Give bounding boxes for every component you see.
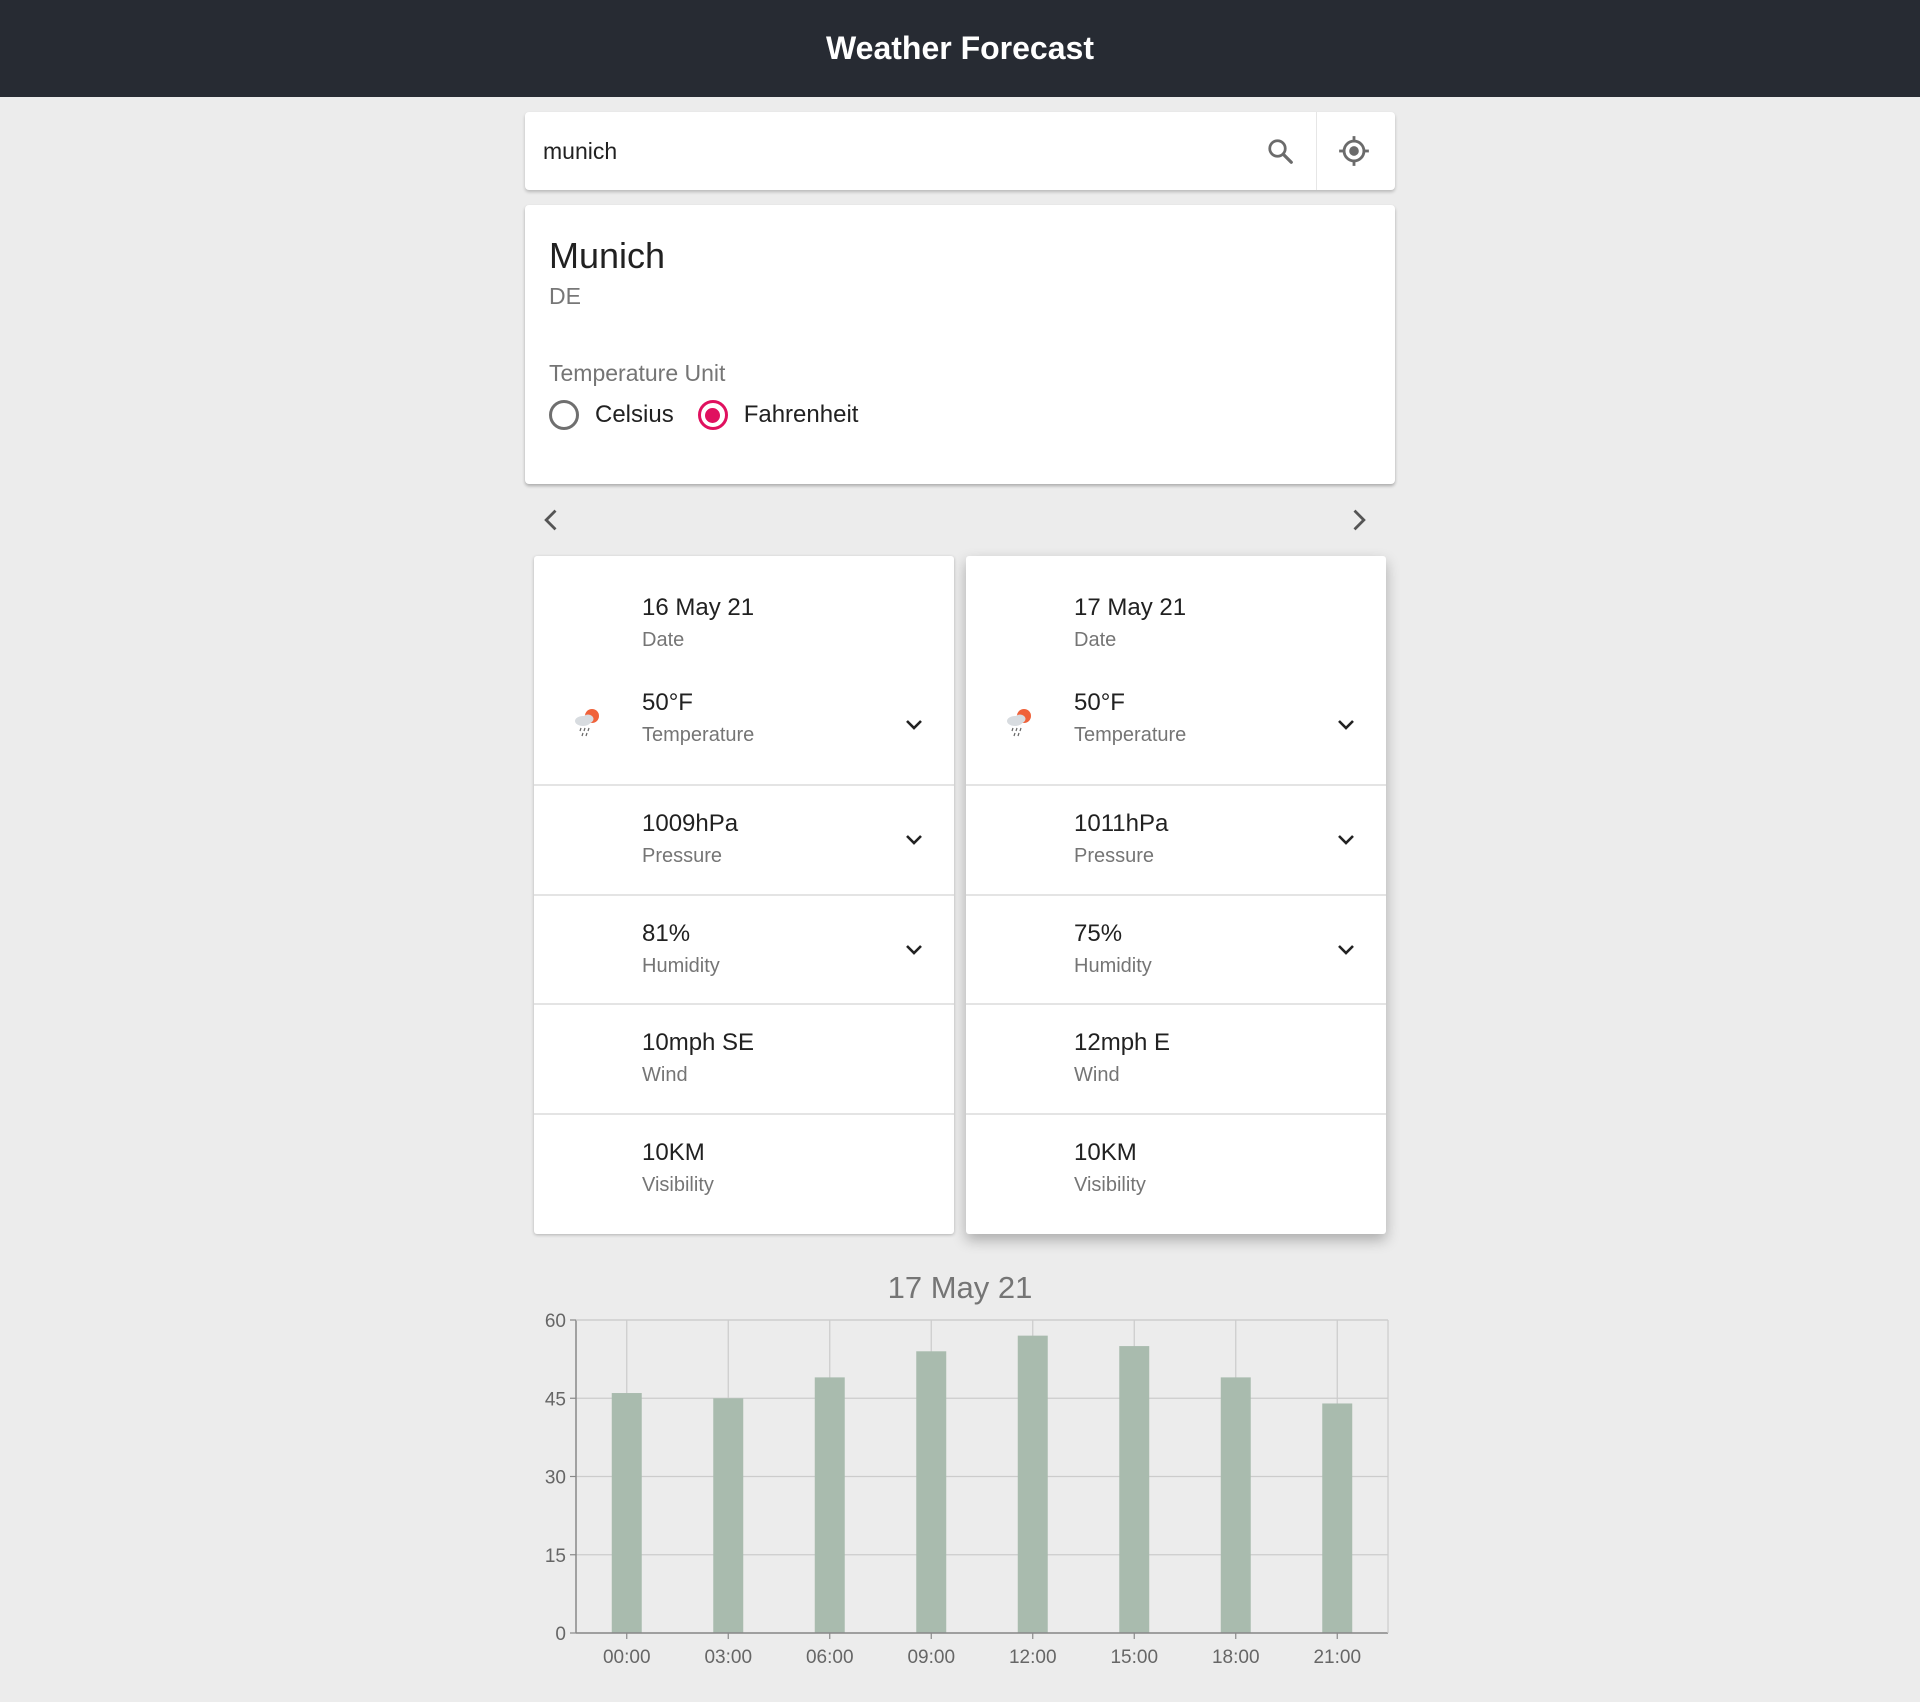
x-tick-label: 12:00 [1009, 1647, 1057, 1668]
search-input[interactable] [543, 131, 1233, 171]
y-tick-label: 0 [555, 1624, 566, 1645]
celsius-label: Celsius [595, 401, 674, 428]
x-tick-label: 18:00 [1212, 1647, 1260, 1668]
wind-value: 12mph E [1074, 1029, 1171, 1056]
celsius-radio[interactable]: Celsius [549, 400, 674, 430]
chevron-down-icon[interactable] [902, 828, 926, 852]
pressure-label: Pressure [1074, 845, 1155, 867]
forecast-card-day-1[interactable]: 16 May 21 Date 50°F Temperature 1009hPa … [534, 556, 954, 1234]
visibility-label: Visibility [642, 1174, 714, 1196]
visibility-row: 10KM Visibility [966, 1113, 1386, 1234]
visibility-value: 10KM [642, 1139, 705, 1166]
temperature-value: 50°F [1074, 689, 1125, 716]
wind-label: Wind [1074, 1064, 1120, 1086]
y-tick-label: 60 [545, 1311, 566, 1332]
location-card: Munich DE Temperature Unit Celsius Fahre… [525, 205, 1395, 484]
x-tick-label: 03:00 [704, 1647, 752, 1668]
country-code: DE [549, 283, 581, 309]
x-tick-label: 06:00 [806, 1647, 854, 1668]
humidity-row[interactable]: 81% Humidity [534, 894, 954, 1004]
next-button[interactable] [1338, 500, 1378, 540]
app-title: Weather Forecast [826, 30, 1094, 66]
wind-label: Wind [642, 1064, 688, 1086]
temperature-row[interactable]: 50°F Temperature [534, 671, 954, 779]
temperature-unit-group: Celsius Fahrenheit [549, 400, 882, 430]
date-label: Date [1074, 629, 1117, 651]
chevron-down-icon[interactable] [902, 713, 926, 737]
temperature-unit-label: Temperature Unit [549, 360, 726, 386]
visibility-label: Visibility [1074, 1174, 1146, 1196]
previous-button[interactable] [532, 500, 572, 540]
pressure-row[interactable]: 1011hPa Pressure [966, 784, 1386, 894]
app-header: Weather Forecast [0, 0, 1920, 97]
wind-row: 12mph E Wind [966, 1003, 1386, 1113]
date-label: Date [642, 629, 685, 651]
chart-bar [814, 1377, 845, 1633]
y-tick-label: 45 [545, 1389, 566, 1410]
rain-sun-icon [575, 709, 599, 737]
current-location-button[interactable] [1327, 124, 1381, 178]
chevron-left-icon [544, 509, 557, 531]
wind-value: 10mph SE [642, 1029, 755, 1056]
humidity-label: Humidity [642, 955, 720, 977]
gps-target-icon [1339, 136, 1369, 166]
x-tick-label: 15:00 [1110, 1647, 1158, 1668]
rain-sun-icon [1007, 709, 1031, 737]
y-tick-label: 30 [545, 1468, 566, 1489]
chevron-down-icon[interactable] [1334, 713, 1358, 737]
chart-bar [1119, 1346, 1150, 1633]
visibility-row: 10KM Visibility [534, 1113, 954, 1234]
humidity-label: Humidity [1074, 955, 1152, 977]
temperature-row[interactable]: 50°F Temperature [966, 671, 1386, 779]
pressure-row[interactable]: 1009hPa Pressure [534, 784, 954, 894]
search-divider [1316, 112, 1317, 190]
visibility-value: 10KM [1074, 1139, 1137, 1166]
chart-bar [916, 1351, 947, 1633]
humidity-value: 81% [642, 920, 691, 947]
date-row: 16 May 21 Date [534, 556, 954, 671]
temperature-label: Temperature [1074, 724, 1187, 746]
hourly-temperature-chart: 0 15 30 45 60 00:00 03:00 06:00 09:00 12:00 15:00 1… [545, 1311, 1389, 1668]
date-value: 16 May 21 [642, 594, 755, 621]
radio-circle [549, 400, 579, 430]
city-name: Munich [549, 235, 666, 276]
search-icon [1268, 139, 1293, 164]
forecast-card-day-2[interactable]: 17 May 21 Date 50°F Temperature 1011hPa … [966, 556, 1386, 1234]
chevron-down-icon[interactable] [902, 938, 926, 962]
chevron-down-icon[interactable] [1334, 938, 1358, 962]
wind-row: 10mph SE Wind [534, 1003, 954, 1113]
humidity-value: 75% [1074, 920, 1123, 947]
date-row: 17 May 21 Date [966, 556, 1386, 671]
chart-title: 17 May 21 [887, 1270, 1033, 1305]
pressure-value: 1011hPa [1074, 810, 1169, 837]
chart-bar [713, 1398, 744, 1633]
humidity-row[interactable]: 75% Humidity [966, 894, 1386, 1004]
x-tick-label: 21:00 [1313, 1647, 1361, 1668]
chart-bar [1322, 1403, 1353, 1633]
y-tick-label: 15 [545, 1546, 566, 1567]
chart-bar [1017, 1335, 1048, 1633]
fahrenheit-radio[interactable]: Fahrenheit [697, 400, 859, 430]
temperature-value: 50°F [642, 689, 693, 716]
fahrenheit-label: Fahrenheit [743, 401, 859, 428]
chart-bar [1220, 1377, 1251, 1633]
date-value: 17 May 21 [1074, 594, 1187, 621]
chevron-right-icon [1353, 509, 1366, 531]
search-bar [525, 112, 1395, 190]
x-tick-label: 09:00 [907, 1647, 955, 1668]
temperature-label: Temperature [642, 724, 755, 746]
chart-bar [611, 1393, 642, 1633]
search-button[interactable] [1255, 126, 1305, 176]
chevron-down-icon[interactable] [1334, 828, 1358, 852]
pressure-value: 1009hPa [642, 810, 739, 837]
radio-circle-checked [697, 400, 728, 430]
pressure-label: Pressure [642, 845, 723, 867]
x-tick-label: 00:00 [603, 1647, 651, 1668]
